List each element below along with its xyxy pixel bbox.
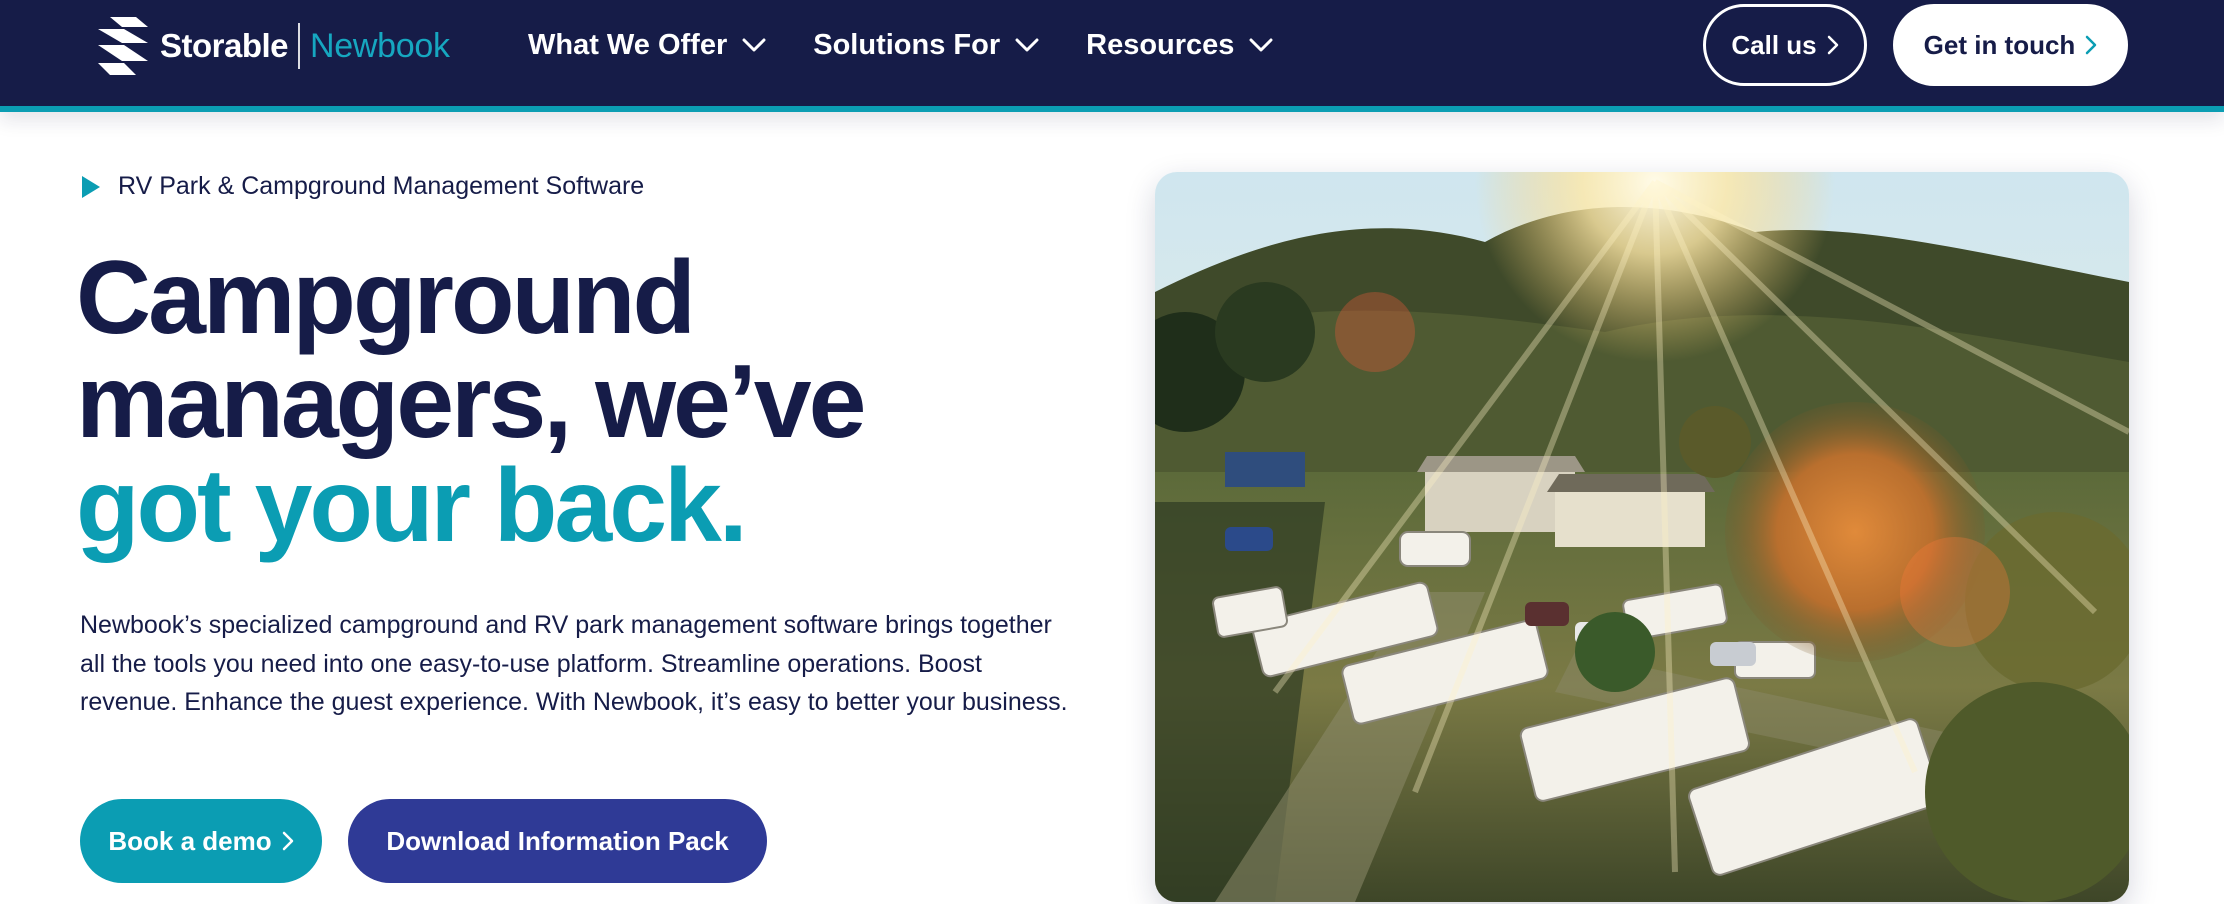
storable-logo-icon xyxy=(98,17,148,75)
logo-divider xyxy=(298,23,301,69)
campground-aerial-photo xyxy=(1155,172,2129,902)
play-triangle-icon xyxy=(82,175,100,198)
get-in-touch-label: Get in touch xyxy=(1923,29,2076,60)
book-demo-button[interactable]: Book a demo xyxy=(80,799,322,883)
nav-item-label: What We Offer xyxy=(528,28,728,61)
headline-line-1: Campground xyxy=(76,240,696,356)
logo-newbook-text: Newbook xyxy=(310,26,450,65)
hero-description: Newbook’s specialized campground and RV … xyxy=(80,611,1068,716)
headline-line-2: managers, we’ve xyxy=(76,344,866,460)
nav-item-solutions-for[interactable]: Solutions For xyxy=(813,29,1040,62)
eyebrow-text: RV Park & Campground Management Software xyxy=(118,172,645,200)
chevron-down-icon xyxy=(742,38,766,52)
nav-item-what-we-offer[interactable]: What We Offer xyxy=(528,29,767,62)
nav-item-label: Solutions For xyxy=(813,28,1001,61)
main-nav: What We Offer Solutions For Resources xyxy=(528,22,1320,68)
page-title: Campground managers, we’ve got your back… xyxy=(76,246,1076,558)
chevron-right-icon xyxy=(1827,35,1838,55)
logo-storable-text: Storable xyxy=(160,27,289,64)
chevron-down-icon xyxy=(1249,38,1273,52)
call-us-label: Call us xyxy=(1731,29,1817,60)
get-in-touch-button[interactable]: Get in touch xyxy=(1893,4,2128,86)
call-us-button[interactable]: Call us xyxy=(1703,4,1867,86)
download-info-pack-button[interactable]: Download Information Pack xyxy=(348,799,767,883)
chevron-down-icon xyxy=(1015,38,1039,52)
site-header: Storable Newbook What We Offer Solutions… xyxy=(0,0,2224,112)
book-demo-label: Book a demo xyxy=(108,825,272,856)
storable-newbook-logo[interactable]: Storable Newbook xyxy=(94,14,450,78)
chevron-right-icon xyxy=(282,831,293,851)
headline-line-3-accent: got your back. xyxy=(76,448,748,564)
nav-item-label: Resources xyxy=(1086,28,1235,61)
download-info-pack-label: Download Information Pack xyxy=(386,825,729,856)
hero-eyebrow: RV Park & Campground Management Software xyxy=(80,172,644,201)
nav-item-resources[interactable]: Resources xyxy=(1086,29,1274,62)
chevron-right-icon xyxy=(2086,35,2097,55)
